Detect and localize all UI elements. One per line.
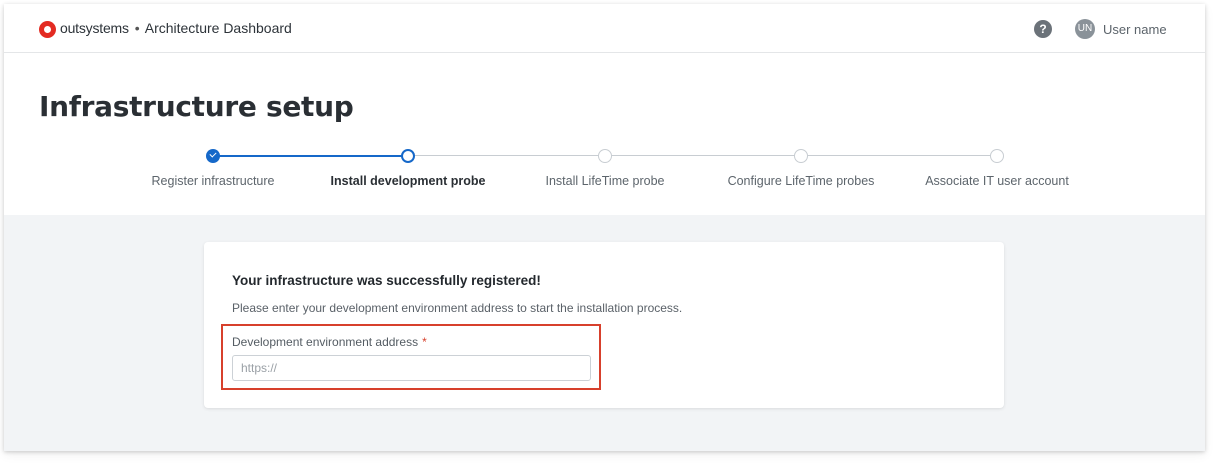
stepper-connector-completed — [213, 155, 408, 157]
user-name[interactable]: User name — [1103, 22, 1167, 37]
step-3-indicator — [598, 149, 612, 163]
card-description: Please enter your development environmen… — [232, 301, 683, 315]
app-window: outsystems • Architecture Dashboard ? UN… — [4, 4, 1205, 451]
stepper-connector-pending — [408, 155, 1000, 156]
field-label-text: Development environment address — [232, 335, 419, 349]
title-separator: • — [134, 20, 140, 36]
main-content: Your infrastructure was successfully reg… — [4, 215, 1205, 451]
step-2-indicator — [401, 149, 415, 163]
step-label-install-lifetime-probe: Install LifeTime probe — [545, 174, 665, 188]
step-4-indicator — [794, 149, 808, 163]
product-name: Architecture Dashboard — [144, 20, 292, 36]
step-label-associate-it-user-account: Associate IT user account — [925, 174, 1069, 188]
dev-environment-address-label: Development environment address * — [232, 335, 427, 349]
required-marker: * — [422, 335, 427, 349]
step-label-register-infrastructure: Register infrastructure — [151, 174, 275, 188]
page-header: Infrastructure setup Register infrastruc… — [4, 53, 1205, 215]
step-label-configure-lifetime-probes: Configure LifeTime probes — [727, 174, 875, 188]
question-circle-icon[interactable]: ? — [1034, 20, 1052, 38]
app-title[interactable]: outsystems • Architecture Dashboard — [60, 20, 292, 36]
avatar[interactable]: UN — [1075, 19, 1095, 39]
step-label-install-development-probe: Install development probe — [330, 174, 486, 188]
top-navigation-bar: outsystems • Architecture Dashboard ? UN… — [4, 4, 1205, 53]
registration-card: Your infrastructure was successfully reg… — [204, 242, 1004, 408]
outsystems-logo-icon[interactable] — [39, 21, 56, 38]
step-5-indicator — [990, 149, 1004, 163]
brand-name: outsystems — [60, 20, 129, 36]
dev-environment-address-input[interactable] — [232, 355, 591, 381]
card-heading: Your infrastructure was successfully reg… — [232, 273, 541, 288]
page-title: Infrastructure setup — [39, 90, 354, 123]
step-1-check-icon — [206, 149, 220, 163]
